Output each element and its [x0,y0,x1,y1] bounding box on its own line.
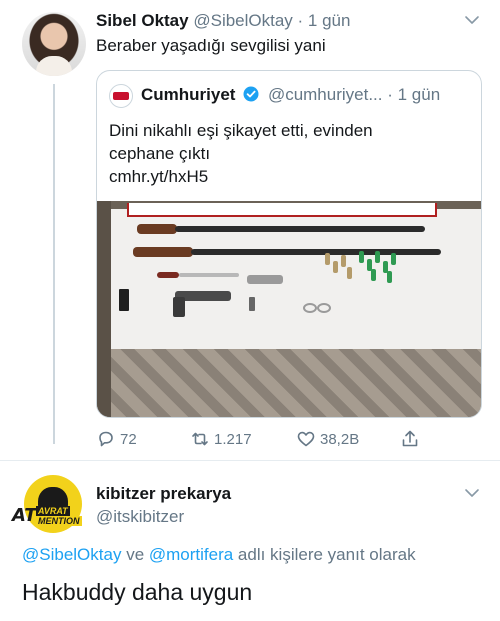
avatar-logo-text: AT [12,505,37,526]
photo-shell [347,267,352,279]
author-name[interactable]: Sibel Oktay [96,11,189,30]
reply-count: 72 [120,430,137,448]
quoted-text-line: Dini nikahlı eşi şikayet etti, evinden [109,121,373,140]
quoted-author-avatar [109,84,133,108]
photo-handcuffs [317,303,331,313]
quoted-tweet-photo[interactable] [97,201,481,417]
dot-separator: · [292,11,308,30]
photo-rifle [175,226,425,232]
replying-to: @SibelOktay ve @mortifera adlı kişilere … [22,545,416,565]
photo-magazine [119,289,129,311]
retweet-count: 1.217 [214,430,252,448]
photo-rifle [137,224,177,234]
photo-pistol [247,275,283,284]
reply-tweet[interactable]: AT AVRAT MENTION kibitzer prekarya @itsk… [0,461,500,621]
quoted-dot-separator: · [382,85,398,104]
author-handle[interactable]: @SibelOktay [193,11,292,30]
like-button[interactable]: 38,2B [296,428,359,450]
reply-button[interactable]: 72 [96,428,137,450]
thread-line [53,84,55,444]
photo-shell [371,269,376,281]
reply-icon [99,431,113,447]
tweet[interactable]: Sibel Oktay @SibelOktay · 1 gün Beraber … [0,0,500,460]
photo-shell [359,251,364,263]
quoted-author-handle: @cumhuriyet... [267,85,383,104]
photo-knife [179,273,239,277]
avatar-logo-text: AVRAT [36,506,70,516]
tweet-actions: 72 1.217 38,2B [96,428,426,450]
mention-link[interactable]: @SibelOktay [22,545,121,564]
verified-badge-icon [243,86,259,102]
photo-floor [97,349,481,417]
photo-shell [325,253,330,265]
tweet-text: Beraber yaşadığı sevgilisi yani [96,36,326,55]
quoted-author-name: Cumhuriyet [141,85,236,104]
photo-shell [375,251,380,263]
photo-wall [97,201,111,417]
author-avatar[interactable] [22,12,86,76]
retweet-icon [192,432,208,446]
photo-pistol [173,297,185,317]
photo-shell [341,255,346,267]
quoted-link[interactable]: cmhr.yt/hxH5 [109,165,469,188]
mention-link[interactable]: @mortifera [149,545,233,564]
chevron-down-icon[interactable] [464,12,480,28]
reply-to-conjunction: ve [121,545,149,564]
quoted-tweet-time: 1 gün [397,85,441,104]
quoted-text-line: cephane çıktı [109,144,211,163]
photo-magazine [249,297,255,311]
photo-banner [127,203,437,217]
share-button[interactable] [400,428,420,450]
photo-rifle [133,247,193,257]
quoted-tweet-text: Dini nikahlı eşi şikayet etti, evinden c… [109,119,469,188]
reply-to-suffix: adlı kişilere yanıt olarak [233,545,416,564]
quoted-tweet[interactable]: Cumhuriyet @cumhuriyet... · 1 gün Dini n… [96,70,482,418]
tweet-time[interactable]: 1 gün [308,11,351,30]
retweet-button[interactable]: 1.217 [190,428,252,450]
reply-author-avatar[interactable]: AT AVRAT MENTION [12,473,90,537]
photo-rifle [191,249,441,255]
tweet-header: Sibel Oktay @SibelOktay · 1 gün [96,11,350,31]
photo-shell [391,253,396,265]
share-icon [402,430,418,447]
photo-knife [157,272,179,278]
photo-handcuffs [303,303,317,313]
photo-shell [387,271,392,283]
photo-shell [333,261,338,273]
quoted-tweet-header: Cumhuriyet @cumhuriyet... · 1 gün [141,85,440,105]
chevron-down-icon[interactable] [464,485,480,501]
like-icon [297,431,315,447]
reply-author-name[interactable]: kibitzer prekarya [96,484,231,504]
like-count: 38,2B [320,430,360,448]
reply-text: Hakbuddy daha uygun [22,579,253,605]
avatar-logo-text: MENTION [36,516,82,526]
reply-author-handle[interactable]: @itskibitzer [96,507,184,527]
